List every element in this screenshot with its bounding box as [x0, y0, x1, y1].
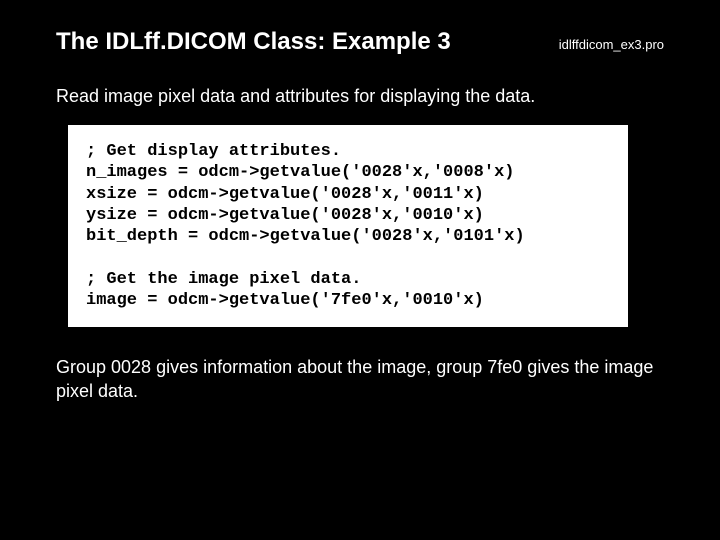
slide-filename: idlffdicom_ex3.pro	[559, 37, 672, 52]
slide-title: The IDLff.DICOM Class: Example 3	[56, 28, 451, 56]
slide: The IDLff.DICOM Class: Example 3 idlffdi…	[0, 0, 720, 540]
code-block: ; Get display attributes. n_images = odc…	[68, 125, 628, 327]
intro-text: Read image pixel data and attributes for…	[56, 86, 672, 107]
header-row: The IDLff.DICOM Class: Example 3 idlffdi…	[56, 28, 672, 56]
outro-text: Group 0028 gives information about the i…	[56, 355, 656, 404]
